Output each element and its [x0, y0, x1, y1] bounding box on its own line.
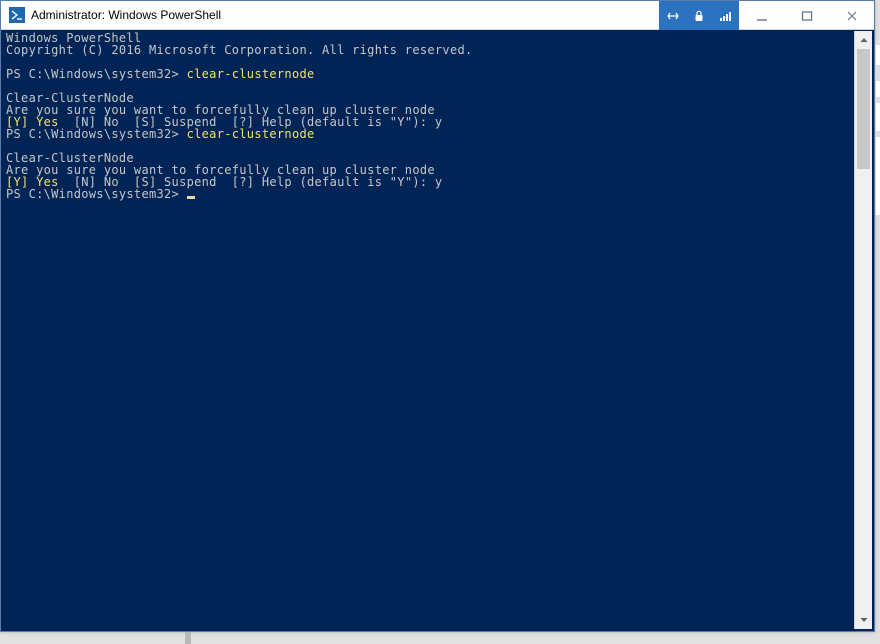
command-text: clear-clusternode	[187, 67, 315, 81]
background-window-edge	[875, 45, 880, 215]
command-text: clear-clusternode	[187, 127, 315, 141]
window-title: Administrator: Windows PowerShell	[31, 8, 221, 22]
close-button[interactable]	[829, 1, 874, 30]
titlebar-right	[659, 1, 874, 30]
powershell-window: Administrator: Windows PowerShell	[0, 0, 875, 632]
prompt: PS C:\Windows\system32>	[6, 67, 179, 81]
banner-line-2: Copyright (C) 2016 Microsoft Corporation…	[6, 43, 473, 57]
scroll-up-button[interactable]	[855, 31, 872, 49]
terminal[interactable]: Windows PowerShell Copyright (C) 2016 Mi…	[3, 31, 854, 629]
prompt: PS C:\Windows\system32>	[6, 127, 179, 141]
cursor	[187, 196, 195, 199]
client-area: Windows PowerShell Copyright (C) 2016 Mi…	[3, 31, 872, 629]
signal-icon[interactable]	[719, 10, 731, 22]
maximize-button[interactable]	[784, 1, 829, 30]
pin-icon[interactable]	[667, 10, 679, 22]
scroll-thumb[interactable]	[857, 49, 870, 169]
minimize-button[interactable]	[739, 1, 784, 30]
titlebar[interactable]: Administrator: Windows PowerShell	[1, 1, 874, 30]
powershell-icon	[9, 7, 25, 23]
scroll-down-button[interactable]	[855, 611, 872, 629]
splitter-handle[interactable]	[185, 632, 191, 644]
connection-bar[interactable]	[659, 1, 739, 30]
vertical-scrollbar[interactable]	[854, 31, 872, 629]
prompt: PS C:\Windows\system32>	[6, 187, 179, 201]
lock-icon[interactable]	[694, 10, 704, 22]
